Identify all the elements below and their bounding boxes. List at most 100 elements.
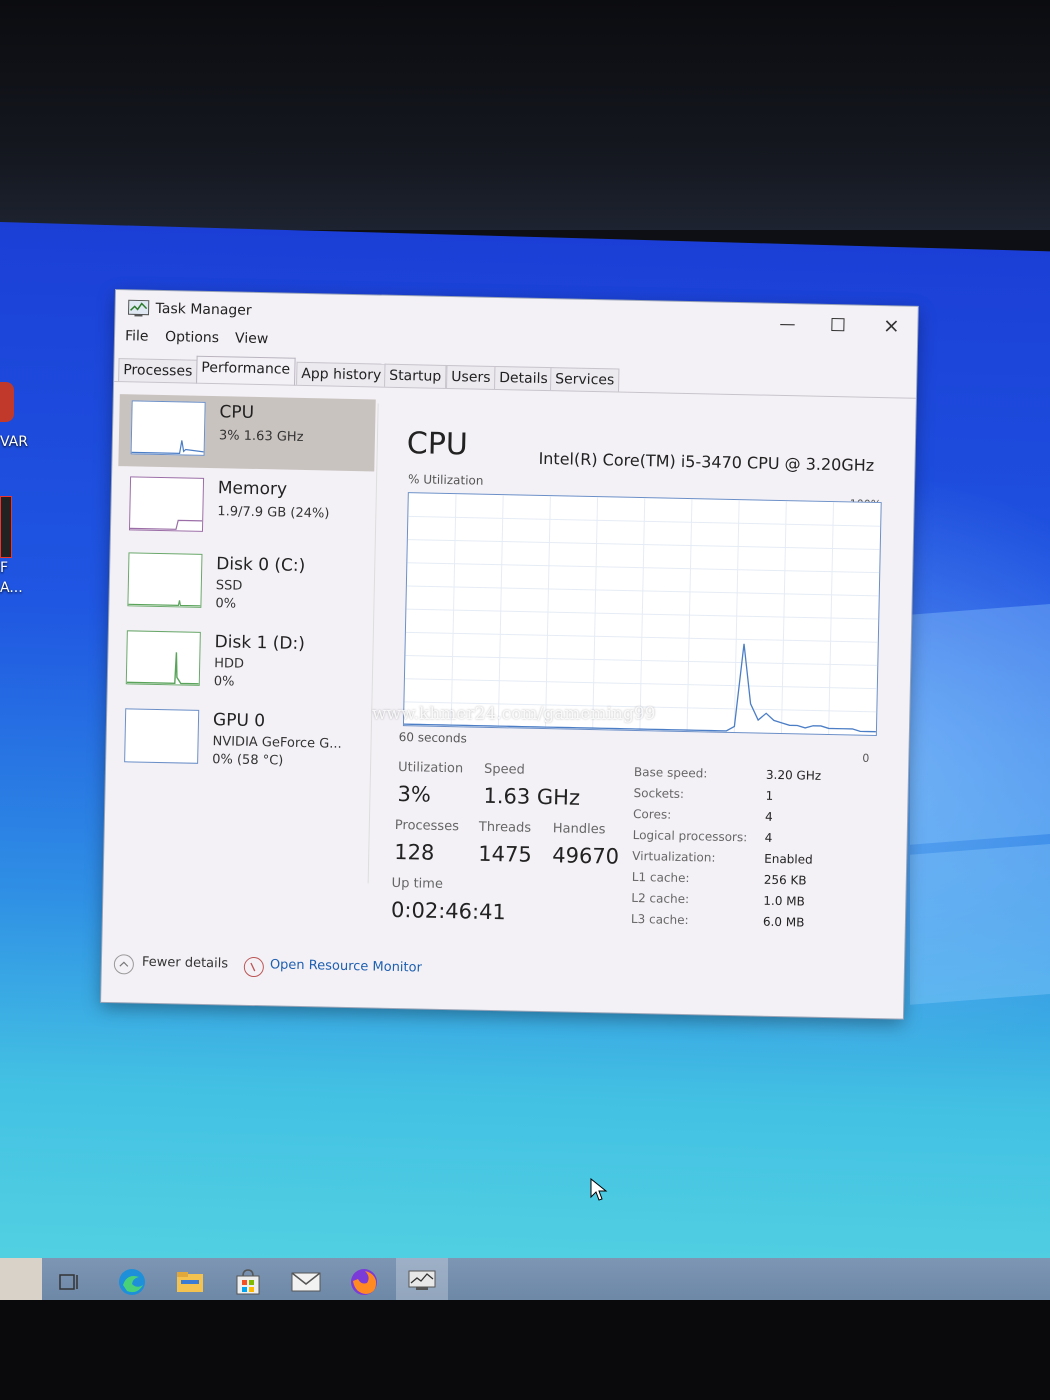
spec-label: Logical processors: [632, 827, 748, 845]
spec-value: 1 [765, 788, 774, 803]
resource-model: NVIDIA GeForce G... [212, 734, 342, 752]
tab-bar: Processes Performance App history Startu… [114, 354, 916, 399]
handles-label: Handles [552, 821, 606, 838]
tab-startup[interactable]: Startup [384, 363, 447, 388]
store-bag-icon [236, 1269, 260, 1295]
utilization-value: 3% [397, 782, 432, 807]
memory-thumbnail-graph [128, 476, 205, 532]
tab-users[interactable]: Users [446, 364, 496, 389]
spec-value: 4 [764, 830, 773, 845]
task-manager-taskbar-button[interactable] [396, 1258, 448, 1304]
resource-usage: 0% [215, 596, 237, 612]
processes-label: Processes [394, 817, 460, 835]
resource-name: Disk 0 (C:) [216, 554, 306, 577]
utilization-label: Utilization [397, 760, 464, 777]
cpu-model-name: Intel(R) Core(TM) i5-3470 CPU @ 3.20GHz [538, 448, 875, 475]
firefox-icon [351, 1269, 377, 1295]
resource-name: CPU [219, 402, 255, 423]
speed-label: Speed [483, 761, 525, 778]
graph-min-label: 0 [862, 751, 870, 765]
spec-value: 6.0 MB [762, 914, 805, 930]
minimize-button[interactable]: — [767, 310, 808, 337]
speed-value: 1.63 GHz [483, 783, 581, 810]
resource-gpu-0[interactable]: GPU 0 NVIDIA GeForce G... 0% (58 °C) [112, 702, 369, 779]
folder-icon [177, 1272, 203, 1292]
fewer-details-link[interactable]: Fewer details [142, 955, 228, 972]
firefox-button[interactable] [344, 1264, 384, 1300]
spec-label: L3 cache: [630, 911, 689, 928]
chevron-up-icon[interactable] [113, 954, 135, 975]
uptime-value: 0:02:46:41 [390, 897, 507, 925]
monitor-top-bezel [0, 0, 1050, 230]
task-manager-icon [408, 1270, 436, 1290]
tab-processes[interactable]: Processes [118, 358, 198, 383]
spec-value: 1.0 MB [763, 893, 805, 909]
mail-icon [291, 1272, 321, 1292]
tab-app-history[interactable]: App history [296, 361, 387, 387]
resource-disk-0[interactable]: Disk 0 (C:) SSD 0% [115, 546, 372, 623]
task-view-button[interactable] [50, 1264, 90, 1300]
spec-label: Cores: [632, 806, 672, 822]
spec-value: 3.20 GHz [765, 767, 822, 783]
menu-file[interactable]: File [125, 328, 149, 344]
threads-value: 1475 [478, 841, 532, 867]
desktop-icon-label: A... [0, 580, 23, 596]
uptime-label: Up time [391, 875, 444, 892]
disk1-thumbnail-graph [125, 630, 201, 686]
desktop-icon[interactable] [0, 496, 12, 558]
watermark-text: www.khmer24.com/gameming99 [372, 704, 656, 724]
disk0-thumbnail-graph [127, 552, 203, 608]
windows-logo-pane [910, 603, 1050, 845]
resource-usage: 0% [213, 674, 235, 690]
close-button[interactable]: × [871, 312, 912, 339]
spec-label: Virtualization: [632, 848, 716, 865]
resource-list: CPU 3% 1.63 GHz Memory 1.9/7.9 GB (24%) … [109, 394, 377, 899]
cpu-thumbnail-graph [130, 400, 206, 456]
file-explorer-button[interactable] [170, 1264, 210, 1300]
processes-value: 128 [394, 839, 435, 865]
desktop-icon[interactable] [0, 382, 14, 422]
spec-label: L1 cache: [631, 869, 690, 886]
resource-type: HDD [214, 656, 245, 672]
task-view-icon [59, 1274, 78, 1290]
window-footer: Fewer details Open Resource Monitor [102, 950, 904, 997]
mail-button[interactable] [286, 1264, 326, 1300]
monitor-bottom-bezel [0, 1300, 1050, 1400]
graph-y-label: % Utilization [407, 472, 484, 488]
open-resource-monitor-link[interactable]: Open Resource Monitor [270, 957, 422, 975]
resource-name: GPU 0 [212, 710, 266, 732]
menu-options[interactable]: Options [165, 329, 219, 346]
tab-performance[interactable]: Performance [196, 355, 296, 386]
taskbar [0, 1258, 1050, 1304]
graph-grid [404, 494, 881, 735]
spec-label: L2 cache: [631, 890, 690, 907]
spec-label: Sockets: [633, 785, 685, 802]
gpu-thumbnail-graph [124, 708, 200, 764]
resource-type: SSD [215, 578, 243, 594]
task-manager-icon [127, 299, 150, 317]
resource-monitor-icon [243, 956, 265, 978]
menu-view[interactable]: View [235, 331, 269, 348]
resource-name: Memory [217, 478, 288, 500]
resource-disk-1[interactable]: Disk 1 (D:) HDD 0% [113, 624, 370, 701]
spec-label: Base speed: [633, 764, 708, 781]
maximize-button[interactable] [817, 311, 858, 338]
cpu-utilization-graph [402, 492, 882, 737]
detail-title: CPU [406, 426, 469, 463]
start-button-area[interactable] [0, 1258, 42, 1304]
store-button[interactable] [228, 1264, 268, 1300]
tab-details[interactable]: Details [494, 365, 554, 391]
close-icon: × [882, 313, 901, 338]
resource-detail: 1.9/7.9 GB (24%) [217, 504, 330, 522]
resource-usage: 0% (58 °C) [212, 752, 284, 769]
resource-cpu[interactable]: CPU 3% 1.63 GHz [118, 394, 376, 472]
task-manager-window: Task Manager — × File Options View Proce… [101, 290, 918, 1019]
resource-memory[interactable]: Memory 1.9/7.9 GB (24%) [117, 470, 374, 547]
window-title: Task Manager [155, 300, 252, 319]
mouse-cursor-icon [590, 1178, 608, 1201]
edge-button[interactable] [112, 1264, 152, 1300]
resource-name: Disk 1 (D:) [214, 632, 306, 655]
threads-label: Threads [478, 819, 532, 836]
tab-services[interactable]: Services [549, 367, 620, 392]
desktop-icon-label: VAR [0, 434, 28, 450]
